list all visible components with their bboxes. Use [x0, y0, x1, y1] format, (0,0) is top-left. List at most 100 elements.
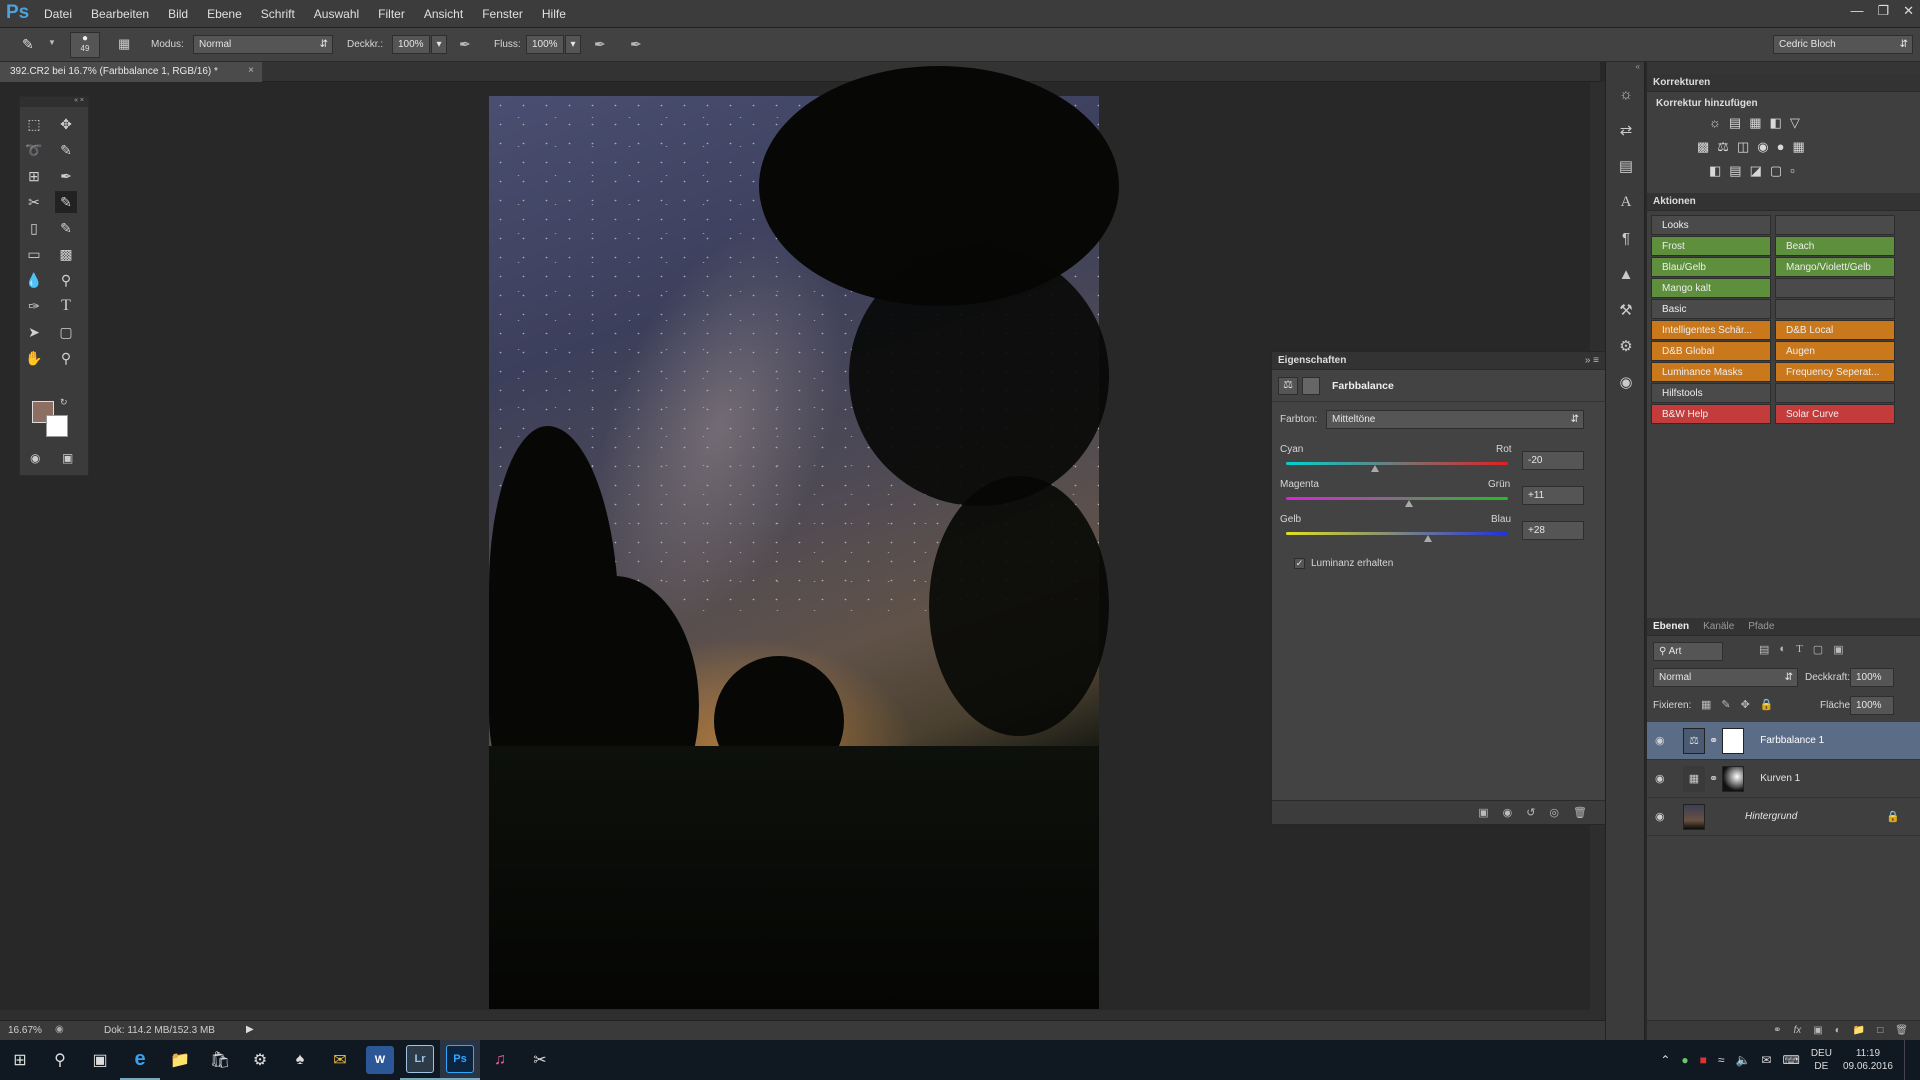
menu-item-datei[interactable]: Datei [44, 7, 72, 21]
type-filter-icon[interactable]: T [1796, 643, 1803, 656]
eye-icon[interactable]: ◉ [1655, 772, 1675, 785]
zoom-level[interactable]: 16.67% [8, 1025, 42, 1036]
action-button[interactable]: Mango/Violett/Gelb [1775, 257, 1895, 277]
type-tool-icon[interactable]: T [55, 295, 77, 317]
action-button[interactable]: Looks [1651, 215, 1771, 235]
action-button[interactable]: Frequency Seperat... [1775, 362, 1895, 382]
shape-tool-icon[interactable]: ▢ [55, 321, 77, 343]
preserve-luminosity-option[interactable]: ✓ Luminanz erhalten [1294, 558, 1393, 569]
color-balance-adj-icon[interactable]: ⚖ [1717, 139, 1729, 155]
opacity-dropdown[interactable]: ▾ [431, 35, 447, 54]
shape-filter-icon[interactable]: ▢ [1813, 643, 1823, 656]
keyboard-icon[interactable]: ⌨ [1782, 1053, 1799, 1067]
reset-icon[interactable]: ↺ [1526, 806, 1535, 819]
action-button[interactable]: Blau/Gelb [1651, 257, 1771, 277]
link-icon[interactable]: ⚭ [1709, 734, 1718, 747]
new-adjustment-icon[interactable]: ◐ [1835, 1025, 1841, 1036]
black-white-icon[interactable]: ◫ [1737, 139, 1749, 155]
threshold-icon[interactable]: ◪ [1750, 163, 1762, 179]
pressure-opacity-icon[interactable]: ✒ [459, 36, 471, 53]
search-button[interactable]: ⚲ [40, 1040, 80, 1080]
chevron-down-icon[interactable]: ▼ [48, 38, 56, 47]
action-button[interactable]: Hilfstools [1651, 383, 1771, 403]
eraser-tool-icon[interactable]: ▭ [23, 243, 45, 265]
workspace-switcher[interactable]: Cedric Bloch ⇵ [1773, 35, 1913, 54]
flow-dropdown[interactable]: ▾ [565, 35, 581, 54]
notification-icon[interactable]: ✉ [1761, 1053, 1771, 1067]
marquee-tool-icon[interactable]: ⬚ [23, 113, 45, 135]
fx-icon[interactable]: fx [1794, 1025, 1802, 1036]
edge-app[interactable]: e [120, 1040, 160, 1080]
restore-icon[interactable]: ❐ [1877, 3, 1889, 19]
action-button[interactable] [1775, 278, 1895, 298]
zoom-tool-icon[interactable]: ⚲ [55, 347, 77, 369]
color-lookup-icon[interactable]: ▦ [1792, 139, 1804, 155]
action-button[interactable]: Basic [1651, 299, 1771, 319]
snipping-app[interactable]: ✂ [520, 1040, 560, 1080]
gradient-tool-icon[interactable]: ▩ [55, 243, 77, 265]
menu-item-auswahl[interactable]: Auswahl [314, 7, 359, 21]
steam-app[interactable]: ⚙ [240, 1040, 280, 1080]
action-button[interactable]: D&B Global [1651, 341, 1771, 361]
background-color-swatch[interactable] [46, 415, 68, 437]
eye-icon[interactable]: ◉ [1655, 734, 1675, 747]
start-button[interactable]: ⊞ [0, 1040, 40, 1080]
eye-icon[interactable]: ◉ [1655, 810, 1675, 823]
layer-row[interactable]: ◉ Hintergrund 🔒 [1647, 798, 1920, 836]
action-button[interactable]: Intelligentes Schär... [1651, 320, 1771, 340]
tab-layers[interactable]: Ebenen [1653, 621, 1689, 632]
brush-tool-icon[interactable]: ✎ [55, 191, 77, 213]
menu-item-hilfe[interactable]: Hilfe [542, 7, 566, 21]
pixel-filter-icon[interactable]: ▤ [1759, 643, 1769, 656]
menu-item-fenster[interactable]: Fenster [482, 7, 523, 21]
magenta-green-slider[interactable] [1286, 497, 1508, 500]
layer-row[interactable]: ◉ ▦ ⚭ Kurven 1 [1647, 760, 1920, 798]
history-icon[interactable]: ⇄ [1606, 112, 1646, 148]
levels-icon[interactable]: ▤ [1729, 115, 1741, 131]
action-button[interactable] [1775, 299, 1895, 319]
layer-row-selected[interactable]: ◉ ⚖ ⚭ Farbbalance 1 [1647, 722, 1920, 760]
menu-item-bild[interactable]: Bild [168, 7, 188, 21]
clone-source-icon[interactable]: ⚙ [1606, 328, 1646, 364]
character-icon[interactable]: A [1606, 184, 1646, 220]
mask-icon[interactable] [1302, 376, 1320, 395]
fill-field[interactable]: 100% [1850, 696, 1894, 715]
tab-paths[interactable]: Pfade [1748, 621, 1774, 632]
layer-opacity-field[interactable]: 100% [1850, 668, 1894, 687]
layer-comps-icon[interactable]: ▤ [1606, 148, 1646, 184]
trash-icon[interactable]: 🗑 [1573, 806, 1587, 819]
night-sky-photo[interactable] [489, 66, 1119, 1009]
lock-image-icon[interactable]: ✎ [1721, 698, 1730, 711]
quick-mask-icon[interactable]: ◉ [30, 451, 40, 465]
photo-filter-icon[interactable]: ◉ [1757, 139, 1768, 155]
layer-filter-select[interactable]: ⚲ Art [1653, 642, 1723, 661]
task-view-button[interactable]: ▣ [80, 1040, 120, 1080]
delete-layer-icon[interactable]: 🗑 [1895, 1025, 1908, 1036]
action-button[interactable]: Frost [1651, 236, 1771, 256]
path-selection-tool-icon[interactable]: ➤ [23, 321, 45, 343]
lightroom-app[interactable]: Lr [400, 1040, 440, 1080]
histogram-icon[interactable]: ▲ [1606, 256, 1646, 292]
action-button[interactable]: B&W Help [1651, 404, 1771, 424]
pressure-size-icon[interactable]: ✒ [630, 36, 642, 53]
brush-tool-icon[interactable]: ✎ [22, 36, 34, 53]
layer-name[interactable]: Farbbalance 1 [1760, 735, 1824, 746]
close-tab-icon[interactable]: × [248, 65, 254, 76]
action-button[interactable] [1775, 383, 1895, 403]
posterize-icon[interactable]: ▤ [1729, 163, 1741, 179]
view-previous-state-icon[interactable]: ◉ [1503, 806, 1513, 819]
magenta-green-thumb[interactable] [1405, 500, 1414, 507]
quick-selection-tool-icon[interactable]: ✎ [55, 139, 77, 161]
close-icon[interactable]: ✕ [1903, 3, 1914, 19]
tab-channels[interactable]: Kanäle [1703, 621, 1734, 632]
history-brush-tool-icon[interactable]: ✎ [55, 217, 77, 239]
adjustments-icon[interactable]: ☼ [1606, 76, 1646, 112]
word-app[interactable]: W [360, 1040, 400, 1080]
status-menu-arrow-icon[interactable]: ▶ [246, 1024, 254, 1035]
blur-tool-icon[interactable]: 💧 [23, 269, 45, 291]
channel-mixer-icon[interactable]: ● [1777, 139, 1785, 155]
layer-mask-thumbnail[interactable] [1722, 727, 1745, 754]
vibrance-icon[interactable]: ▽ [1790, 115, 1800, 131]
selective-color-icon[interactable]: ▫ [1790, 163, 1795, 179]
brush-panel-icon[interactable]: ▦ [118, 36, 130, 52]
